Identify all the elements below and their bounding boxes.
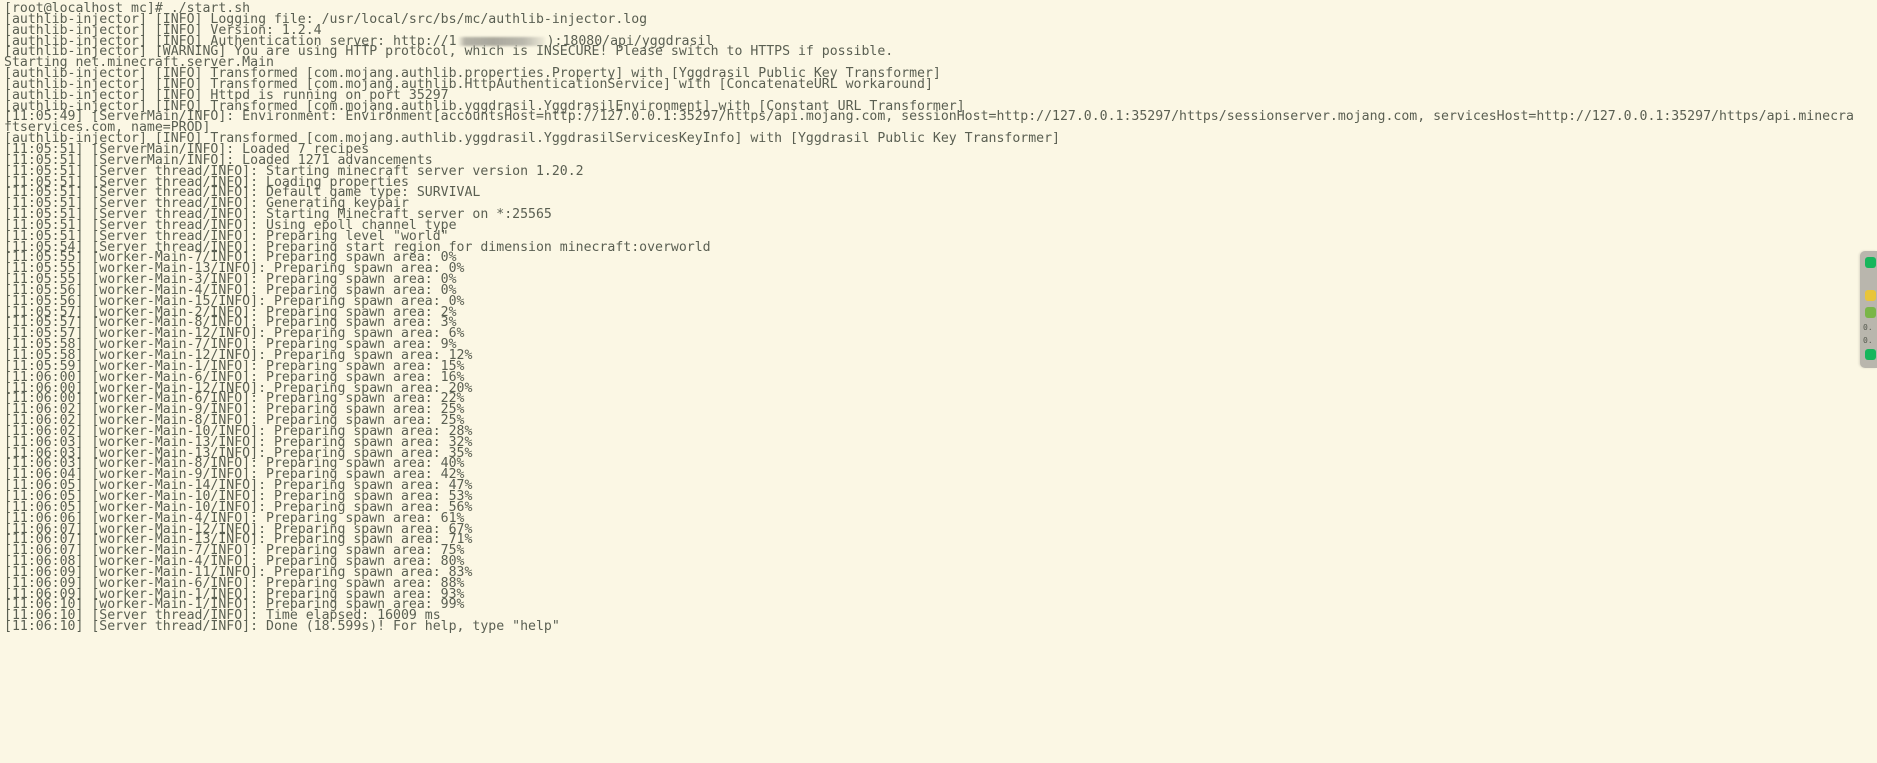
edge-overlay-widget[interactable]: 0. 0. xyxy=(1860,251,1877,368)
terminal-output: [root@localhost mc]# ./start.sh [authlib-… xyxy=(4,2,1877,635)
terminal-line: [11:06:10] [Server thread/INFO]: Done (1… xyxy=(4,619,560,635)
terminal-line: [authlib-injector] [WARNING] You are usi… xyxy=(4,44,894,60)
redacted-ip-block xyxy=(457,36,546,46)
terminal-window[interactable]: [root@localhost mc]# ./start.sh [authlib-… xyxy=(0,0,1877,763)
edge-widget-label-1: 0. xyxy=(1863,323,1873,332)
edge-widget-label-2: 0. xyxy=(1863,336,1873,345)
terminal-line: [11:05:49] [ServerMain/INFO]: Environmen… xyxy=(4,109,1854,125)
status-dot-yellow xyxy=(1865,290,1876,301)
status-dot-lightgreen xyxy=(1865,307,1876,318)
status-dot-green xyxy=(1865,257,1876,268)
status-dot-green-2 xyxy=(1865,349,1876,360)
